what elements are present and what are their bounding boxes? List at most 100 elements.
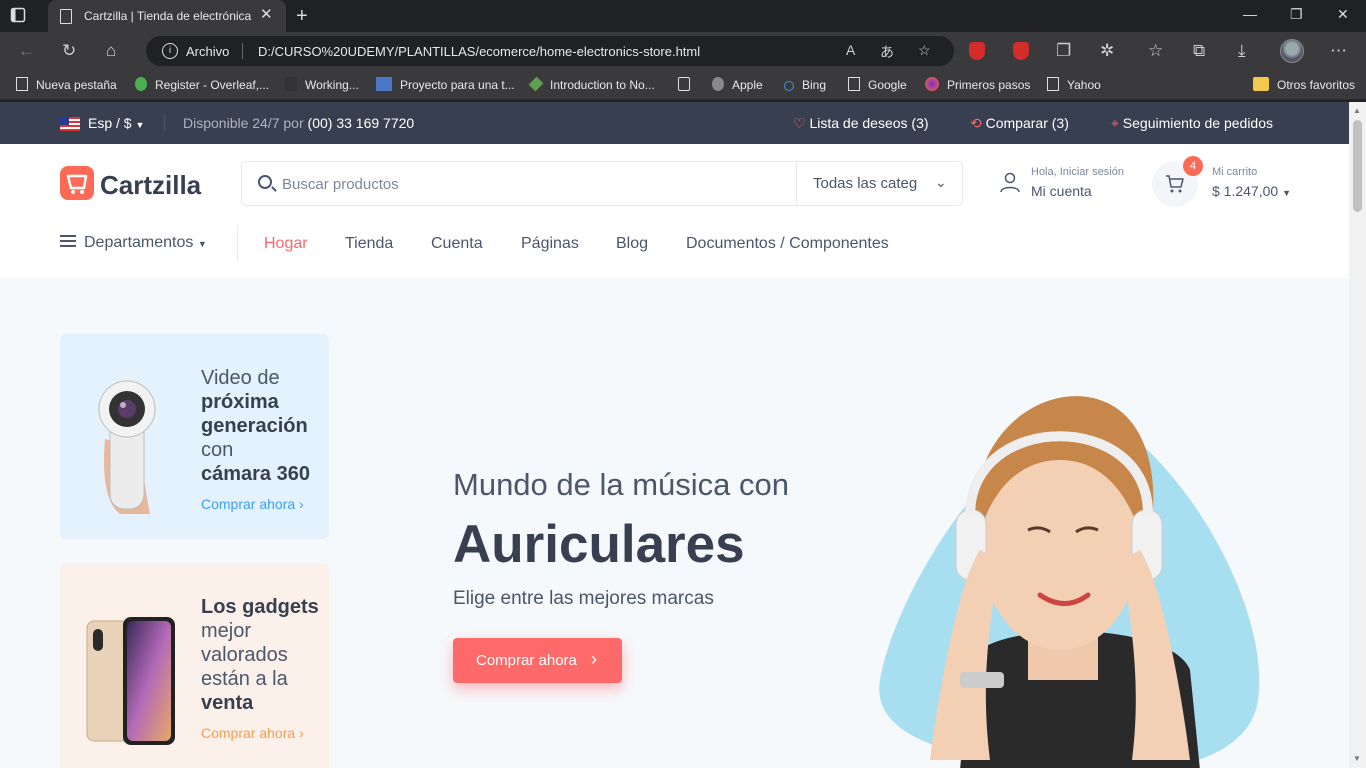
page-icon bbox=[1047, 77, 1059, 91]
bookmark-item[interactable]: Introduction to No... bbox=[528, 76, 655, 94]
caret-down-icon: ▼ bbox=[135, 120, 145, 130]
nav-item-docs[interactable]: Documentos / Componentes bbox=[686, 235, 889, 253]
bookmark-item[interactable]: Working... bbox=[285, 76, 359, 94]
account-link[interactable]: Mi cuenta bbox=[1031, 183, 1092, 199]
adblock-icon[interactable] bbox=[969, 42, 985, 60]
home-icon[interactable]: ⌂ bbox=[106, 41, 116, 61]
order-tracking-link[interactable]: ⌖ Seguimiento de pedidos bbox=[1111, 115, 1273, 132]
new-tab-icon[interactable]: + bbox=[296, 5, 308, 28]
bookmark-label: Otros favoritos bbox=[1277, 78, 1356, 92]
scroll-up-icon[interactable]: ▲ bbox=[1353, 106, 1361, 115]
add-favorite-icon[interactable]: ☆ bbox=[918, 42, 931, 59]
promo-gadgets-link[interactable]: Comprar ahora › bbox=[201, 725, 304, 741]
search-input[interactable] bbox=[282, 172, 782, 196]
wishlist-link[interactable]: ♡ Lista de deseos (3) bbox=[793, 115, 929, 132]
bookmarks-bar: Nueva pestaña Register - Overleaf,... Wo… bbox=[0, 70, 1366, 100]
departments-menu[interactable]: Departamentos ▼ bbox=[60, 234, 207, 252]
nav-item-shop[interactable]: Tienda bbox=[345, 235, 393, 253]
reload-icon[interactable]: ↻ bbox=[62, 41, 76, 61]
iphone-image bbox=[86, 617, 175, 745]
info-icon[interactable]: i bbox=[162, 43, 178, 59]
scrollbar-thumb[interactable] bbox=[1353, 120, 1362, 212]
downloads-icon[interactable]: ⤓ bbox=[1238, 41, 1246, 61]
cart-count-badge: 4 bbox=[1183, 156, 1203, 176]
profile-avatar[interactable] bbox=[1280, 39, 1304, 63]
apple-icon bbox=[712, 77, 724, 91]
cart-logo-icon[interactable] bbox=[60, 166, 94, 200]
bookmark-item[interactable]: Register - Overleaf,... bbox=[135, 76, 269, 94]
browser-tab[interactable]: Cartzilla | Tienda de electrónica ✕ bbox=[48, 0, 286, 32]
account-greeting[interactable]: Hola, Iniciar sesión bbox=[1031, 166, 1124, 178]
chevron-right-icon: › bbox=[591, 649, 597, 669]
promo-link-label: Comprar ahora bbox=[201, 496, 296, 512]
menu-icon bbox=[60, 235, 76, 247]
phone-link[interactable]: (00) 33 169 7720 bbox=[308, 115, 415, 131]
more-icon[interactable]: ⋯ bbox=[1330, 41, 1347, 61]
cart-total[interactable]: $ 1.247,00 ▼ bbox=[1212, 183, 1291, 199]
address-scheme: Archivo bbox=[186, 44, 230, 59]
back-icon[interactable]: ← bbox=[18, 41, 35, 61]
url-text[interactable]: D:/CURSO%20UDEMY/PLANTILLAS/ecomerce/hom… bbox=[258, 44, 700, 59]
page-scrollbar[interactable]: ▲ ▼ bbox=[1349, 102, 1366, 768]
other-favorites[interactable]: Otros favoritos bbox=[1253, 76, 1355, 94]
caret-down-icon: ▼ bbox=[197, 239, 207, 249]
scroll-down-icon[interactable]: ▼ bbox=[1353, 754, 1361, 763]
bookmark-item[interactable]: Proyecto para una t... bbox=[376, 76, 515, 94]
category-select[interactable]: Todas las categorías ⌄ bbox=[796, 162, 962, 205]
close-window-icon[interactable]: ✕ bbox=[1337, 6, 1349, 23]
tracking-label: Seguimiento de pedidos bbox=[1122, 115, 1274, 131]
promo-link-label: Comprar ahora bbox=[201, 725, 296, 741]
folder-icon bbox=[1253, 77, 1269, 91]
collections-icon[interactable]: ⧉ bbox=[1193, 41, 1205, 61]
promo-camera-link[interactable]: Comprar ahora › bbox=[201, 496, 304, 512]
collections-ext-icon[interactable]: ❐ bbox=[1056, 41, 1071, 61]
extensions-icon[interactable]: ✲ bbox=[1100, 41, 1114, 61]
tab-actions-icon[interactable] bbox=[10, 7, 38, 25]
bookmark-item[interactable]: Apple bbox=[712, 76, 763, 94]
compare-link[interactable]: ⟲ Comparar (3) bbox=[970, 115, 1069, 132]
adblock-icon[interactable] bbox=[1013, 42, 1029, 60]
favorites-icon[interactable]: ☆ bbox=[1148, 41, 1163, 61]
availability-text: Disponible 24/7 por (00) 33 169 7720 bbox=[183, 115, 414, 131]
address-bar[interactable]: i Archivo D:/CURSO%20UDEMY/PLANTILLAS/ec… bbox=[146, 36, 954, 66]
working-icon bbox=[285, 77, 297, 91]
minimize-icon[interactable]: — bbox=[1243, 6, 1257, 22]
nav-item-pages[interactable]: Páginas bbox=[521, 235, 579, 253]
heart-icon: ♡ bbox=[793, 115, 806, 131]
close-tab-icon[interactable]: ✕ bbox=[260, 7, 273, 23]
category-select-label: Todas las categorías bbox=[813, 175, 917, 192]
hero-shop-button[interactable]: Comprar ahora › bbox=[453, 638, 622, 683]
hero-headphones-image bbox=[879, 396, 1260, 768]
translate-icon[interactable]: あ bbox=[880, 42, 894, 62]
bookmark-item[interactable]: Google bbox=[848, 76, 907, 94]
cart-total-value: $ 1.247,00 bbox=[1212, 183, 1279, 199]
bookmark-item[interactable]: Yahoo bbox=[1047, 76, 1101, 94]
nav-item-blog[interactable]: Blog bbox=[616, 235, 648, 253]
site-header: Cartzilla Todas las categorías ⌄ Hola, I… bbox=[0, 144, 1349, 278]
tab-title: Cartzilla | Tienda de electrónica bbox=[84, 9, 252, 23]
hero-button-label: Comprar ahora bbox=[476, 652, 577, 669]
read-aloud-icon[interactable]: A bbox=[846, 42, 855, 58]
promo-card-gadgets[interactable]: Los gadgets mejor valorados están a la v… bbox=[60, 563, 329, 768]
bookmark-item[interactable] bbox=[678, 76, 698, 94]
bookmark-item[interactable]: Bing bbox=[784, 76, 826, 94]
bookmark-item[interactable]: Primeros pasos bbox=[925, 76, 1030, 94]
browser-toolbar: ← ↻ ⌂ i Archivo D:/CURSO%20UDEMY/PLANTIL… bbox=[0, 32, 1366, 70]
compare-label: Comparar (3) bbox=[985, 115, 1069, 131]
user-icon[interactable] bbox=[999, 171, 1021, 193]
nav-item-account[interactable]: Cuenta bbox=[431, 235, 483, 253]
bookmark-item[interactable]: Nueva pestaña bbox=[16, 76, 117, 94]
chevron-right-icon: › bbox=[299, 725, 304, 741]
hero-description: Elige entre las mejores marcas bbox=[453, 588, 714, 609]
us-flag-icon bbox=[60, 117, 80, 131]
restore-icon[interactable]: ❐ bbox=[1290, 6, 1303, 23]
logo-text[interactable]: Cartzilla bbox=[100, 170, 201, 201]
promo-card-camera[interactable]: Video de próxima generación con cámara 3… bbox=[60, 334, 329, 539]
nav-item-home[interactable]: Hogar bbox=[264, 235, 308, 253]
currency-selector[interactable]: Esp / $ ▼ bbox=[88, 115, 144, 131]
page-viewport: Esp / $ ▼ Disponible 24/7 por (00) 33 16… bbox=[0, 102, 1349, 768]
search-icon bbox=[784, 81, 794, 91]
promo-bold-text: venta bbox=[201, 692, 254, 714]
compare-icon: ⟲ bbox=[970, 115, 982, 131]
bookmark-label: Yahoo bbox=[1067, 78, 1101, 92]
